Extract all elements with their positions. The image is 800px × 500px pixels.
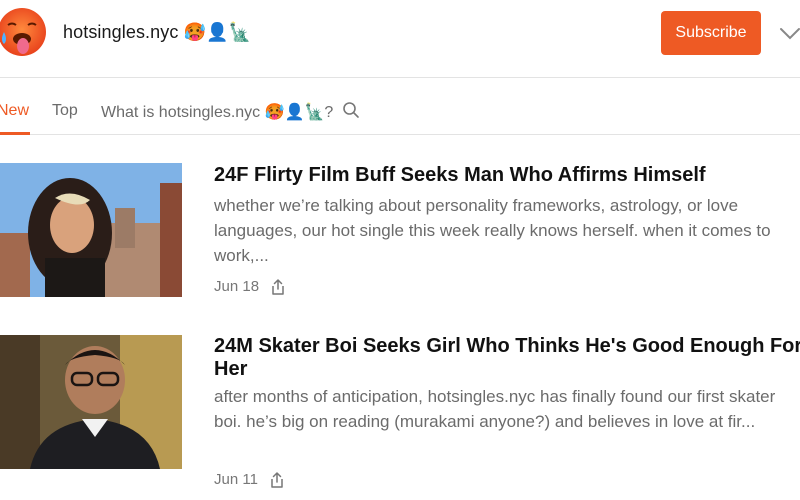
post-title[interactable]: 24F Flirty Film Buff Seeks Man Who Affir… — [214, 164, 800, 187]
post-date: Jun 11 — [214, 471, 258, 488]
tab-about[interactable]: What is hotsingles.nyc 🥵👤🗽? — [101, 102, 333, 122]
tab-top[interactable]: Top — [52, 102, 78, 120]
post-meta: Jun 18 — [214, 278, 285, 295]
post-excerpt[interactable]: whether we’re talking about personality … — [214, 193, 800, 268]
nav-tabs: New Top What is hotsingles.nyc 🥵👤🗽? — [0, 79, 800, 135]
post-thumbnail[interactable] — [0, 335, 182, 469]
search-icon[interactable] — [342, 101, 360, 119]
site-header: hotsingles.nyc 🥵👤🗽 Subscribe — [0, 0, 800, 78]
active-tab-indicator — [0, 132, 30, 135]
hot-face-emoji-logo[interactable] — [0, 6, 48, 58]
post-date: Jun 18 — [214, 278, 260, 295]
site-title[interactable]: hotsingles.nyc 🥵👤🗽 — [63, 22, 251, 43]
share-icon[interactable] — [271, 278, 285, 295]
tab-new[interactable]: New — [0, 102, 29, 120]
chevron-down-icon[interactable] — [779, 24, 800, 42]
post-excerpt[interactable]: after months of anticipation, hotsingles… — [214, 384, 800, 434]
subscribe-button[interactable]: Subscribe — [661, 11, 761, 55]
post-title[interactable]: 24M Skater Boi Seeks Girl Who Thinks He'… — [214, 335, 800, 381]
post-thumbnail[interactable] — [0, 163, 182, 297]
share-icon[interactable] — [270, 471, 284, 488]
post-meta: Jun 11 — [214, 471, 284, 488]
